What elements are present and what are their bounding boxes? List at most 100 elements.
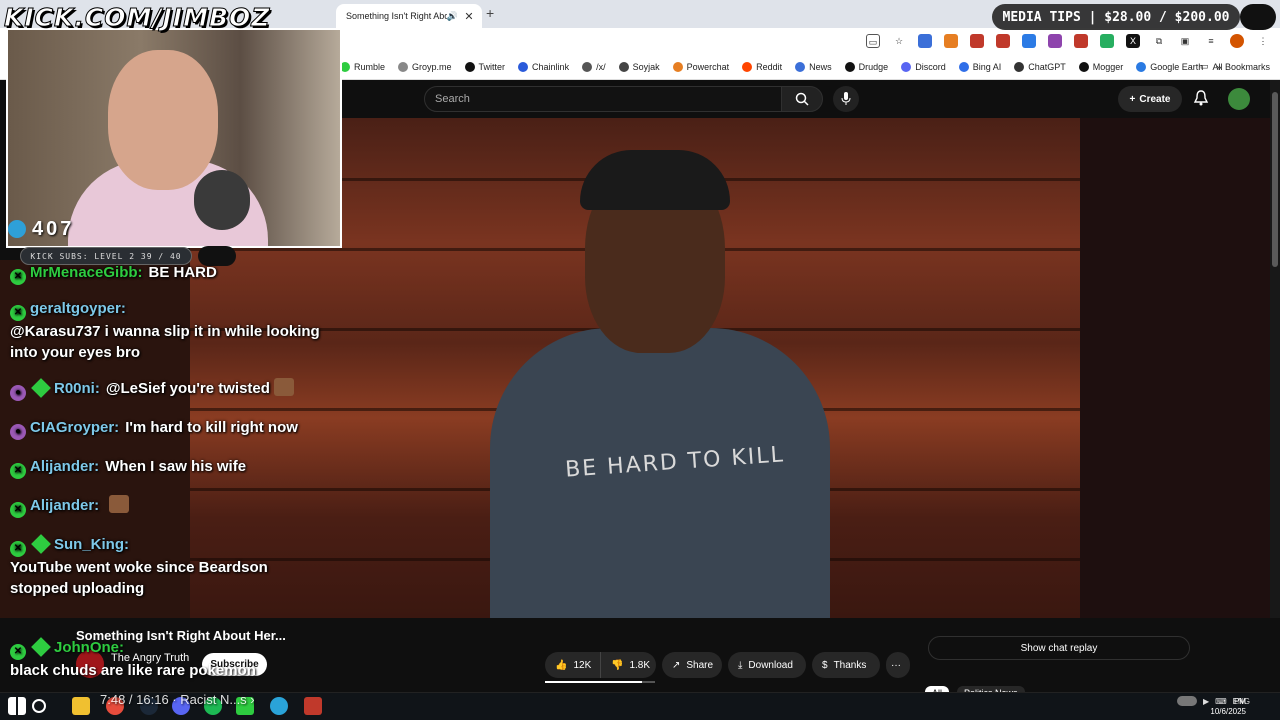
clock-date: 10/6/2025 bbox=[1210, 707, 1246, 716]
bookmark[interactable]: Twitter bbox=[464, 61, 505, 72]
bookmark[interactable]: Discord bbox=[901, 61, 946, 72]
bookmark[interactable]: Reddit bbox=[742, 61, 782, 72]
chat-message-text: black chuds are like rare pokemon bbox=[10, 662, 256, 679]
chat-message: ✕ Sun_King: YouTube went woke since Beards… bbox=[10, 534, 268, 597]
thumbs-up-icon: 👍 bbox=[555, 659, 568, 671]
account-avatar[interactable] bbox=[1228, 88, 1250, 110]
video-right-bg bbox=[1080, 118, 1270, 618]
app-icon[interactable] bbox=[304, 697, 322, 715]
badge-icon: ✕ bbox=[10, 502, 26, 518]
viewer-icon bbox=[8, 220, 26, 238]
thanks-button[interactable]: $ Thanks bbox=[812, 652, 880, 678]
share-button[interactable]: ↗ Share bbox=[662, 652, 722, 678]
badge-icon: ● bbox=[10, 424, 26, 440]
like-ratio-bar bbox=[545, 681, 655, 683]
bookmark[interactable]: Google Earth bbox=[1136, 61, 1203, 72]
ext-icon[interactable] bbox=[1048, 34, 1062, 48]
media-tips-bar: MEDIA TIPS | $28.00 / $200.00 bbox=[992, 4, 1240, 30]
viewer-count: 407 bbox=[32, 218, 75, 240]
ext-icon[interactable] bbox=[944, 34, 958, 48]
thumbs-down-icon: 👎 bbox=[611, 659, 624, 671]
telegram-icon[interactable] bbox=[270, 697, 288, 715]
windows-start-icon[interactable] bbox=[8, 697, 26, 715]
badge-icon: ● bbox=[10, 385, 26, 401]
download-icon: ⤓ bbox=[738, 659, 743, 671]
cast-icon[interactable]: ▭ bbox=[866, 34, 880, 48]
gem-icon bbox=[31, 637, 51, 657]
x-icon[interactable]: X bbox=[1126, 34, 1140, 48]
bookmark[interactable]: ChatGPT bbox=[1014, 61, 1066, 72]
chat-message-user: ✕ JohnOne: bbox=[10, 637, 124, 660]
close-tab-icon[interactable]: ✕ bbox=[462, 10, 476, 23]
voice-search-button[interactable] bbox=[833, 86, 859, 112]
chat-message: ● CIAGroyper: I'm hard to kill right now bbox=[10, 417, 320, 440]
speaker-icon[interactable]: 🔊 bbox=[447, 11, 458, 22]
emote-icon bbox=[109, 495, 130, 513]
folder-icon: ▭ bbox=[1199, 61, 1209, 71]
toggle-icon[interactable] bbox=[1176, 696, 1197, 706]
badge-icon: ✕ bbox=[10, 463, 26, 479]
bookmark[interactable]: Bing AI bbox=[958, 61, 1001, 72]
all-bookmarks[interactable]: ▭ All Bookmarks bbox=[1200, 61, 1270, 72]
ext-icon[interactable] bbox=[996, 34, 1010, 48]
ext-icon[interactable] bbox=[1100, 34, 1114, 48]
new-tab-icon[interactable]: + bbox=[486, 5, 494, 21]
badge-icon: ✕ bbox=[10, 305, 26, 321]
dislike-button[interactable]: 👎 1.8K bbox=[600, 652, 656, 678]
bookmark[interactable]: Chainlink bbox=[518, 61, 569, 72]
play-icon[interactable]: ▶ bbox=[1203, 697, 1209, 706]
share-icon: ↗ bbox=[672, 659, 681, 671]
badge-icon: ✕ bbox=[10, 541, 26, 557]
file-explorer-icon[interactable] bbox=[72, 697, 90, 715]
bookmark[interactable]: News bbox=[795, 61, 832, 72]
bookmark[interactable]: /x/ bbox=[582, 61, 606, 72]
bookmark[interactable]: Drudge bbox=[844, 61, 888, 72]
extensions-bar: ▭ ☆ X ⧉ ▣ ≡ ⋮ bbox=[866, 34, 1270, 48]
download-button[interactable]: ⤓ Download bbox=[728, 652, 806, 678]
microphone-icon bbox=[194, 170, 250, 230]
star-icon[interactable]: ☆ bbox=[892, 34, 906, 48]
bookmark[interactable]: Rumble bbox=[340, 61, 385, 72]
show-chat-replay-button[interactable]: Show chat replay bbox=[928, 636, 1190, 660]
badge-icon: ✕ bbox=[10, 269, 26, 285]
streamer-face bbox=[108, 50, 218, 190]
notifications-bell-icon[interactable] bbox=[1192, 89, 1210, 107]
chat-message: ● R00ni: @LeSief you're twisted bbox=[10, 378, 320, 401]
badge-icon: ✕ bbox=[10, 644, 26, 660]
ext-icon[interactable] bbox=[1074, 34, 1088, 48]
ext-icon[interactable] bbox=[970, 34, 984, 48]
profile-icon[interactable] bbox=[1230, 34, 1244, 48]
like-button[interactable]: 👍 12K bbox=[545, 652, 600, 678]
player-time: 7:48 / 16:16 · Racist N...s › bbox=[100, 692, 255, 707]
ext-icon[interactable] bbox=[1022, 34, 1036, 48]
search-button[interactable] bbox=[781, 86, 823, 112]
webcam-overlay bbox=[6, 28, 342, 248]
ext-icon[interactable] bbox=[918, 34, 932, 48]
sidebar-icon[interactable]: ▣ bbox=[1178, 34, 1192, 48]
bookmark[interactable]: Soyjak bbox=[618, 61, 660, 72]
scrollbar-thumb[interactable] bbox=[1272, 92, 1278, 267]
chat-message: ✕ Alijander: bbox=[10, 495, 320, 518]
bookmark[interactable]: Powerchat bbox=[672, 61, 729, 72]
gem-icon bbox=[31, 534, 51, 554]
microphone-icon bbox=[841, 92, 851, 105]
chat-message: ✕ geraltgoyper: @Karasu737 i wanna slip it… bbox=[10, 300, 320, 361]
more-actions-button[interactable]: ··· bbox=[886, 652, 910, 678]
browser-tab[interactable]: Something Isn't Right About Her... 🔊 ✕ bbox=[336, 4, 482, 28]
taskbar-clock[interactable]: PM 10/6/2025 bbox=[1210, 697, 1246, 717]
tab-title: Something Isn't Right About Her... bbox=[346, 11, 447, 21]
puzzle-icon[interactable]: ⧉ bbox=[1152, 34, 1166, 48]
bookmark[interactable]: Mogger bbox=[1078, 61, 1123, 72]
menu-icon[interactable]: ⋮ bbox=[1256, 34, 1270, 48]
gem-icon bbox=[31, 378, 51, 398]
stream-brand-logo: KICK.COM/JIMBOZ bbox=[3, 3, 271, 33]
search-icon[interactable] bbox=[32, 699, 46, 713]
reading-list-icon[interactable]: ≡ bbox=[1204, 34, 1218, 48]
create-button[interactable]: + Create bbox=[1118, 86, 1182, 112]
chat-message: ✕ Alijander: When I saw his wife bbox=[10, 456, 320, 479]
video-subject-cap bbox=[580, 150, 730, 210]
plus-icon: + bbox=[1129, 93, 1136, 105]
bookmark[interactable]: Groyp.me bbox=[398, 61, 452, 72]
search-input[interactable]: Search bbox=[424, 86, 782, 112]
clock-time: PM bbox=[1234, 697, 1246, 706]
